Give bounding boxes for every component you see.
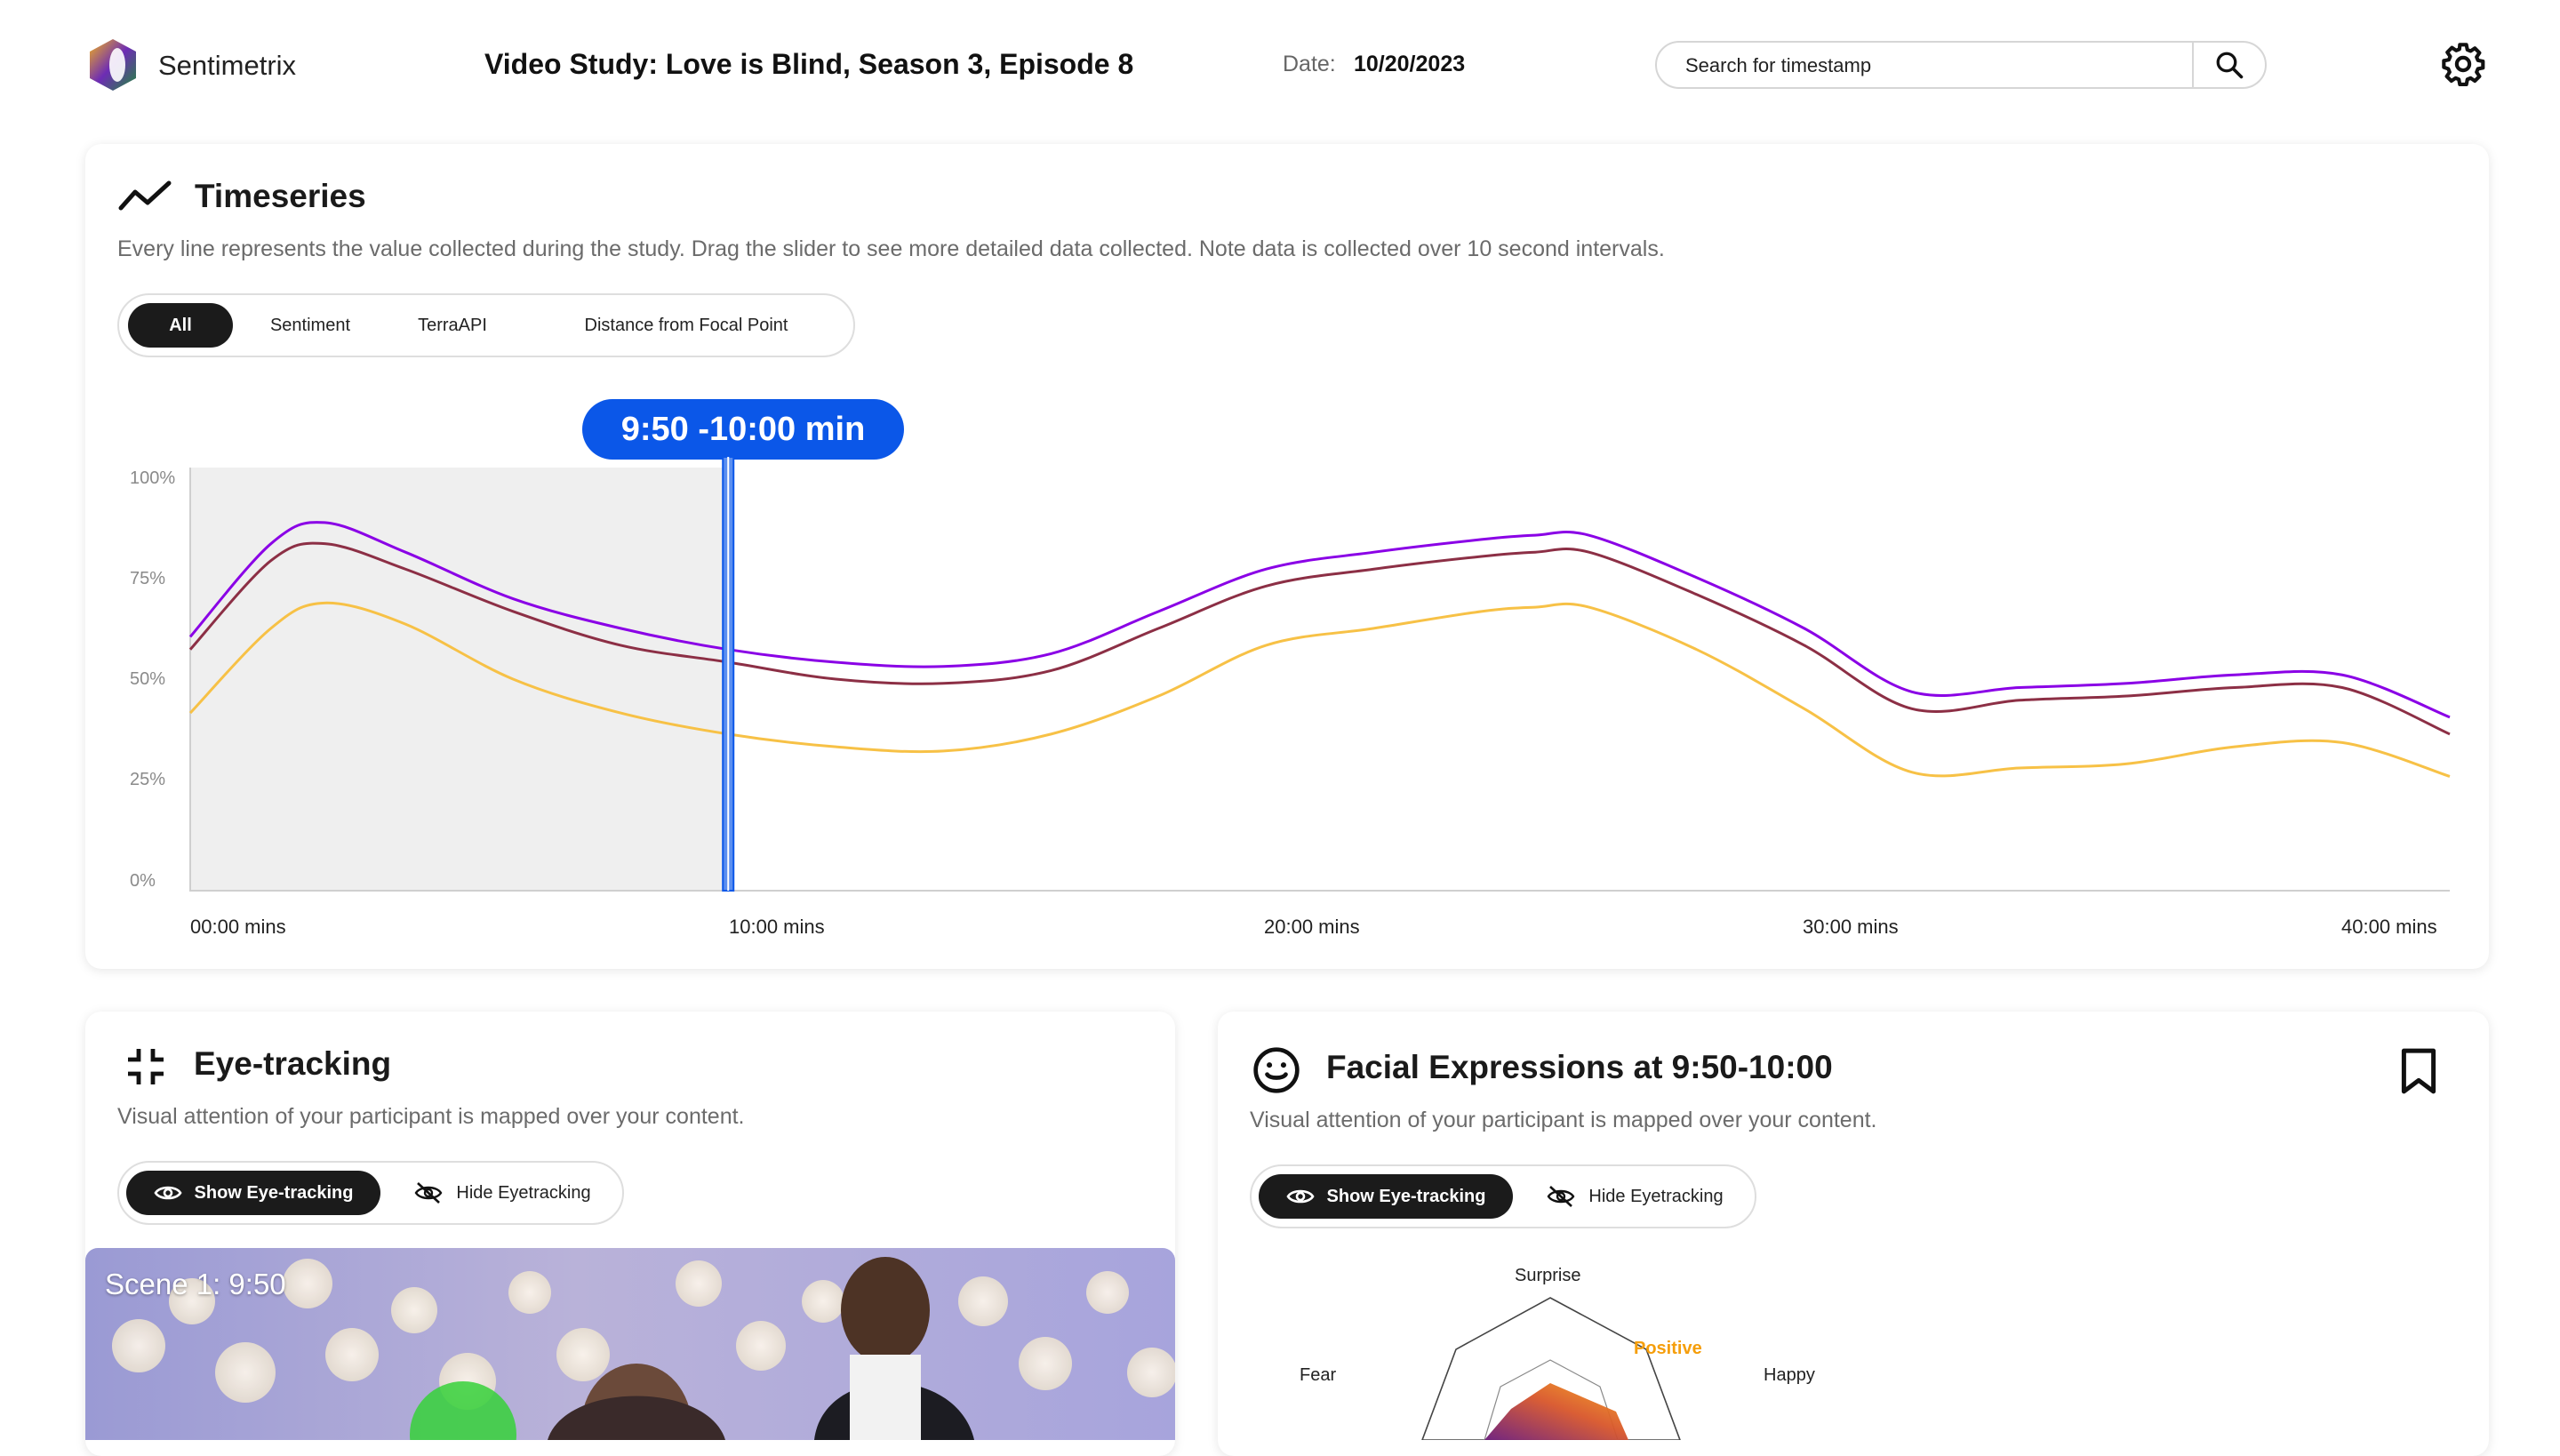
hide-eyetracking-button[interactable]: Hide Eyetracking <box>391 1171 613 1215</box>
hide-eyetracking-button[interactable]: Hide Eyetracking <box>1524 1174 1746 1219</box>
x-tick-label: 20:00 mins <box>1264 916 1360 938</box>
hide-eyetracking-label: Hide Eyetracking <box>456 1182 591 1203</box>
eyetracking-toggle-group: Show Eye-tracking Hide Eyetracking <box>117 1161 624 1225</box>
eyetracking-title: Eye-tracking <box>194 1045 392 1082</box>
hide-eyetracking-label: Hide Eyetracking <box>1588 1186 1724 1206</box>
facial-toggle-group: Show Eye-tracking Hide Eyetracking <box>1250 1164 1756 1228</box>
x-tick-label: 30:00 mins <box>1803 916 1899 938</box>
x-tick-label: 00:00 mins <box>190 916 286 938</box>
x-tick-label: 10:00 mins <box>729 916 825 938</box>
show-eyetracking-button[interactable]: Show Eye-tracking <box>126 1171 380 1215</box>
radar-label-surprise: Surprise <box>1515 1266 1581 1285</box>
radar-label-positive: Positive <box>1634 1339 1702 1358</box>
eye-icon <box>153 1186 182 1200</box>
timeseries-chart <box>188 456 2451 892</box>
x-tick-label: 40:00 mins <box>2341 916 2437 938</box>
show-eyetracking-button[interactable]: Show Eye-tracking <box>1259 1174 1513 1219</box>
facial-expressions-description: Visual attention of your participant is … <box>1250 1108 1877 1132</box>
scene-video-frame[interactable]: Scene 1: 9:50 <box>85 1248 1175 1440</box>
scene-label: Scene 1: 9:50 <box>105 1268 286 1300</box>
show-eyetracking-label: Show Eye-tracking <box>194 1182 354 1203</box>
bookmark-icon[interactable] <box>2400 1047 2437 1095</box>
show-eyetracking-label: Show Eye-tracking <box>1326 1186 1486 1206</box>
facial-expressions-title: Facial Expressions at 9:50-10:00 <box>1326 1049 1833 1085</box>
radar-label-fear: Fear <box>1300 1365 1337 1385</box>
eye-icon <box>1285 1189 1315 1204</box>
elapsed-region <box>190 468 729 891</box>
radar-label-happy: Happy <box>1764 1365 1815 1385</box>
smiley-icon <box>1253 1047 1300 1093</box>
eye-off-icon <box>1547 1186 1575 1207</box>
eyetracking-description: Visual attention of your participant is … <box>117 1104 745 1129</box>
collapse-icon[interactable] <box>124 1045 167 1088</box>
facial-radar-chart <box>1421 1297 1681 1440</box>
eye-off-icon <box>414 1182 443 1204</box>
